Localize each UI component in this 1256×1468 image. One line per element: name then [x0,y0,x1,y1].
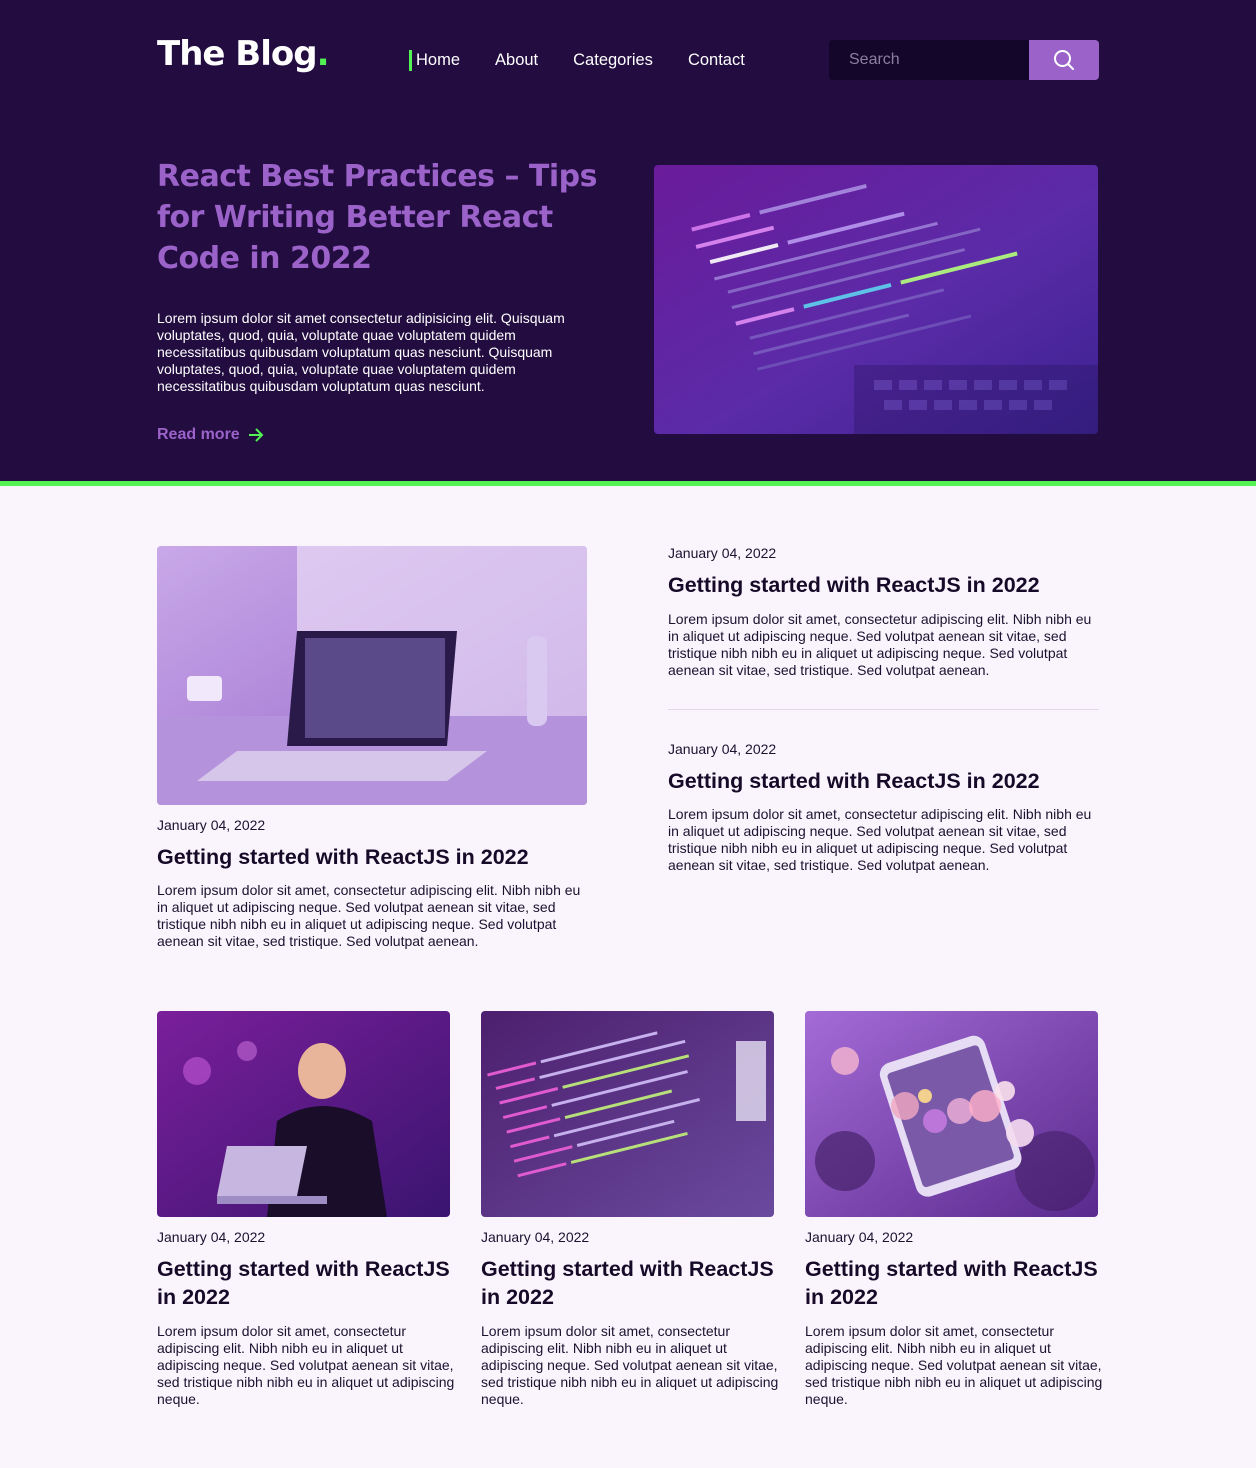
main-nav: Home About Categories Contact [409,50,780,71]
hero-text: Lorem ipsum dolor sit amet consectetur a… [157,310,565,394]
grid-post-image[interactable] [481,1011,774,1217]
featured-post-image[interactable] [157,546,587,805]
grid-post-excerpt: Lorem ipsum dolor sit amet, consectetur … [805,1323,1103,1407]
grid-post-image[interactable] [805,1011,1098,1217]
side-post-title[interactable]: Getting started with ReactJS in 2022 [668,571,1099,599]
featured-post-excerpt: Lorem ipsum dolor sit amet, consectetur … [157,882,581,949]
featured-post-title[interactable]: Getting started with ReactJS in 2022 [157,843,587,871]
hero-image[interactable] [654,165,1098,434]
side-post-title[interactable]: Getting started with ReactJS in 2022 [668,767,1099,795]
arrow-right-icon [248,428,264,442]
grid-post-excerpt: Lorem ipsum dolor sit amet, consectetur … [157,1323,455,1407]
logo-text: The Blog [157,34,318,74]
grid-post-title[interactable]: Getting started with ReactJS in 2022 [805,1255,1105,1311]
search-icon [1054,50,1074,70]
nav-item-about[interactable]: About [495,50,538,71]
search-button[interactable] [1029,40,1099,80]
grid-post-title[interactable]: Getting started with ReactJS in 2022 [157,1255,457,1311]
side-post-date: January 04, 2022 [668,545,777,561]
nav-item-categories[interactable]: Categories [573,50,653,71]
grid-post-image[interactable] [157,1011,450,1217]
grid-post-date: January 04, 2022 [157,1229,266,1245]
read-more-link[interactable]: Read more [157,425,264,445]
site-logo[interactable]: The Blog. [157,34,330,74]
grid-post-date: January 04, 2022 [481,1229,590,1245]
grid-post-date: January 04, 2022 [805,1229,914,1245]
side-post-date: January 04, 2022 [668,741,777,757]
hero-accent-line [0,481,1256,486]
grid-post-title[interactable]: Getting started with ReactJS in 2022 [481,1255,781,1311]
search-bar [829,40,1099,80]
grid-post-excerpt: Lorem ipsum dolor sit amet, consectetur … [481,1323,779,1407]
post-divider [668,709,1099,710]
nav-item-home[interactable]: Home [409,50,460,71]
read-more-label: Read more [157,426,240,443]
side-post-excerpt: Lorem ipsum dolor sit amet, consectetur … [668,806,1092,873]
nav-item-contact[interactable]: Contact [688,50,745,71]
hero-title[interactable]: React Best Practices – Tips for Writing … [157,156,607,279]
logo-dot: . [316,34,330,74]
side-post-excerpt: Lorem ipsum dolor sit amet, consectetur … [668,611,1092,678]
search-input[interactable] [829,40,1029,80]
featured-post-date: January 04, 2022 [157,817,266,833]
